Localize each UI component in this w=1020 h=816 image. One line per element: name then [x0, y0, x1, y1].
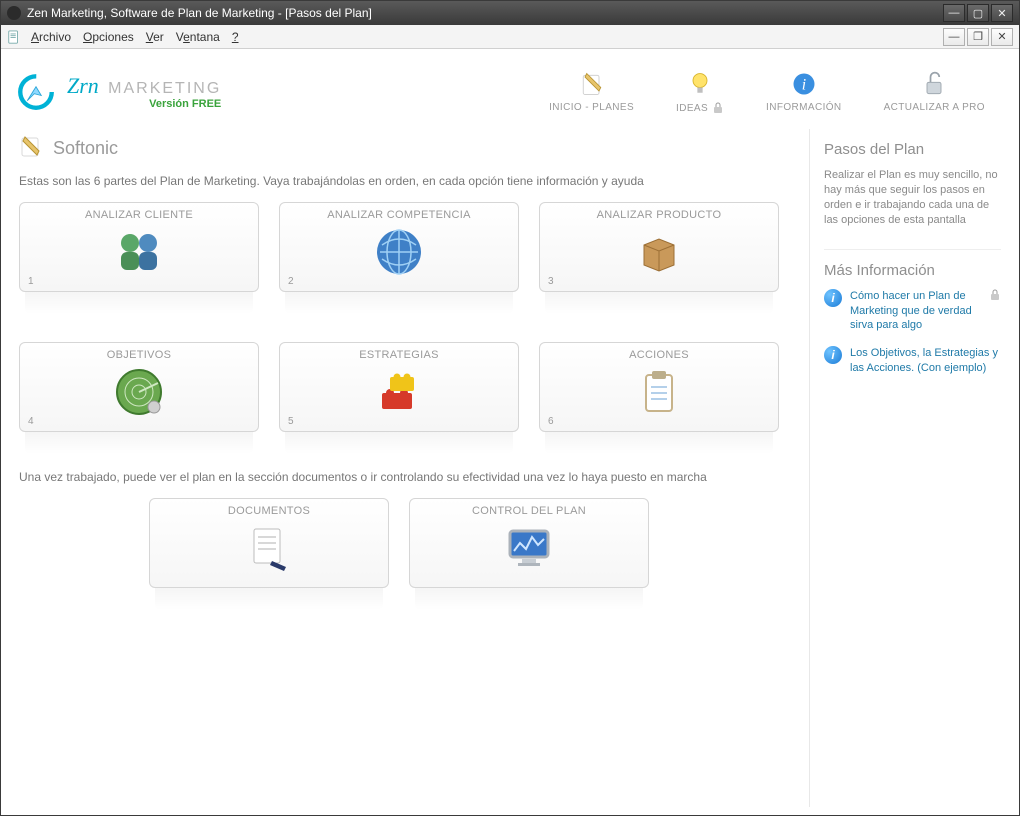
- card-analizar-competencia[interactable]: ANALIZAR COMPETENCIA 2: [279, 202, 519, 314]
- sidebar-link-2[interactable]: i Los Objetivos, la Estrategias y las Ac…: [824, 346, 1001, 375]
- card-number: 5: [288, 416, 294, 427]
- sidebar-link-text: Cómo hacer un Plan de Marketing que de v…: [850, 289, 981, 332]
- window-close-button[interactable]: ✕: [991, 4, 1013, 22]
- card-title: ANALIZAR CLIENTE: [85, 209, 193, 221]
- nav-inicio-planes[interactable]: INICIO - PLANES: [549, 70, 634, 114]
- nav-label: ACTUALIZAR A PRO: [884, 102, 985, 113]
- card-acciones[interactable]: ACCIONES 6: [539, 342, 779, 454]
- globe-icon: [372, 225, 426, 279]
- logo-marketing: MARKETING: [108, 80, 221, 97]
- card-title: ANALIZAR PRODUCTO: [597, 209, 722, 221]
- clipboard-icon: [632, 365, 686, 419]
- mdi-close-button[interactable]: ✕: [991, 28, 1013, 46]
- menu-bar: Archivo Opciones Ver Ventana ? — ❐ ✕: [1, 25, 1019, 49]
- window-minimize-button[interactable]: —: [943, 4, 965, 22]
- card-title: DOCUMENTOS: [228, 505, 310, 517]
- card-title: CONTROL DEL PLAN: [472, 505, 586, 517]
- sidebar-description: Realizar el Plan es muy sencillo, no hay…: [824, 168, 1001, 227]
- card-number: 6: [548, 416, 554, 427]
- window-titlebar: Zen Marketing, Software de Plan de Marke…: [1, 1, 1019, 25]
- mdi-restore-button[interactable]: ❐: [967, 28, 989, 46]
- main-content: Softonic Estas son las 6 partes del Plan…: [15, 129, 809, 807]
- info-icon: i: [790, 70, 818, 98]
- lightbulb-icon: [686, 70, 714, 98]
- card-documentos[interactable]: DOCUMENTOS: [149, 498, 389, 610]
- nav-label: IDEAS: [676, 102, 724, 114]
- sidebar-heading-steps: Pasos del Plan: [824, 141, 1001, 158]
- nav-actualizar-pro[interactable]: ACTUALIZAR A PRO: [884, 70, 985, 114]
- card-objetivos[interactable]: OBJETIVOS 4: [19, 342, 259, 454]
- nav-label: INICIO - PLANES: [549, 102, 634, 113]
- radar-icon: [112, 365, 166, 419]
- people-icon: [112, 225, 166, 279]
- lock-icon: [989, 289, 1001, 301]
- top-nav: INICIO - PLANES IDEAS i INFORMACIÓN: [549, 70, 1005, 114]
- boxes-icon: [632, 225, 686, 279]
- window-title: Zen Marketing, Software de Plan de Marke…: [27, 6, 943, 20]
- card-title: OBJETIVOS: [107, 349, 171, 361]
- card-analizar-cliente[interactable]: ANALIZAR CLIENTE 1: [19, 202, 259, 314]
- card-title: ANALIZAR COMPETENCIA: [327, 209, 471, 221]
- card-control-del-plan[interactable]: CONTROL DEL PLAN: [409, 498, 649, 610]
- logo: Zrn MARKETING Versión FREE: [15, 71, 221, 113]
- logo-script: Zrn: [67, 73, 99, 98]
- card-analizar-producto[interactable]: ANALIZAR PRODUCTO 3: [539, 202, 779, 314]
- secondary-grid: DOCUMENTOS CONTROL DEL PLAN: [19, 498, 779, 610]
- info-icon: i: [824, 346, 842, 364]
- card-number: 3: [548, 276, 554, 287]
- document-icon: [7, 30, 21, 44]
- sidebar-separator: [824, 249, 1001, 250]
- pencil-icon: [19, 135, 43, 162]
- lock-icon: [712, 102, 724, 114]
- sidebar-heading-moreinfo: Más Información: [824, 262, 1001, 279]
- sidebar: Pasos del Plan Realizar el Plan es muy s…: [809, 129, 1005, 807]
- card-number: 4: [28, 416, 34, 427]
- card-number: 1: [28, 276, 34, 287]
- menu-help[interactable]: ?: [228, 28, 243, 46]
- nav-informacion[interactable]: i INFORMACIÓN: [766, 70, 842, 114]
- secondary-text: Una vez trabajado, puede ver el plan en …: [19, 470, 805, 484]
- plan-steps-grid: ANALIZAR CLIENTE 1 ANALIZAR COMPETENCIA: [19, 202, 805, 454]
- nav-label: INFORMACIÓN: [766, 102, 842, 113]
- padlock-open-icon: [920, 70, 948, 98]
- logo-version: Versión FREE: [149, 99, 221, 110]
- document-icon: [242, 521, 296, 575]
- intro-text: Estas son las 6 partes del Plan de Marke…: [19, 174, 805, 188]
- page-title: Softonic: [53, 138, 118, 159]
- card-title: ESTRATEGIAS: [359, 349, 439, 361]
- card-title: ACCIONES: [629, 349, 689, 361]
- lego-icon: [372, 365, 426, 419]
- svg-text:i: i: [802, 76, 806, 93]
- app-icon: [7, 6, 21, 20]
- logo-icon: [15, 71, 57, 113]
- monitor-chart-icon: [502, 521, 556, 575]
- menu-archivo[interactable]: Archivo: [27, 28, 75, 46]
- menu-ventana[interactable]: Ventana: [172, 28, 224, 46]
- nav-ideas[interactable]: IDEAS: [676, 70, 724, 114]
- window-maximize-button[interactable]: ▢: [967, 4, 989, 22]
- card-number: 2: [288, 276, 294, 287]
- mdi-minimize-button[interactable]: —: [943, 28, 965, 46]
- sidebar-link-text: Los Objetivos, la Estrategias y las Acci…: [850, 346, 1001, 375]
- header: Zrn MARKETING Versión FREE INICIO - PLAN…: [15, 61, 1005, 123]
- menu-ver[interactable]: Ver: [142, 28, 168, 46]
- menu-opciones[interactable]: Opciones: [79, 28, 138, 46]
- sidebar-link-1[interactable]: i Cómo hacer un Plan de Marketing que de…: [824, 289, 1001, 332]
- pencil-paper-icon: [578, 70, 606, 98]
- info-icon: i: [824, 289, 842, 307]
- card-estrategias[interactable]: ESTRATEGIAS 5: [279, 342, 519, 454]
